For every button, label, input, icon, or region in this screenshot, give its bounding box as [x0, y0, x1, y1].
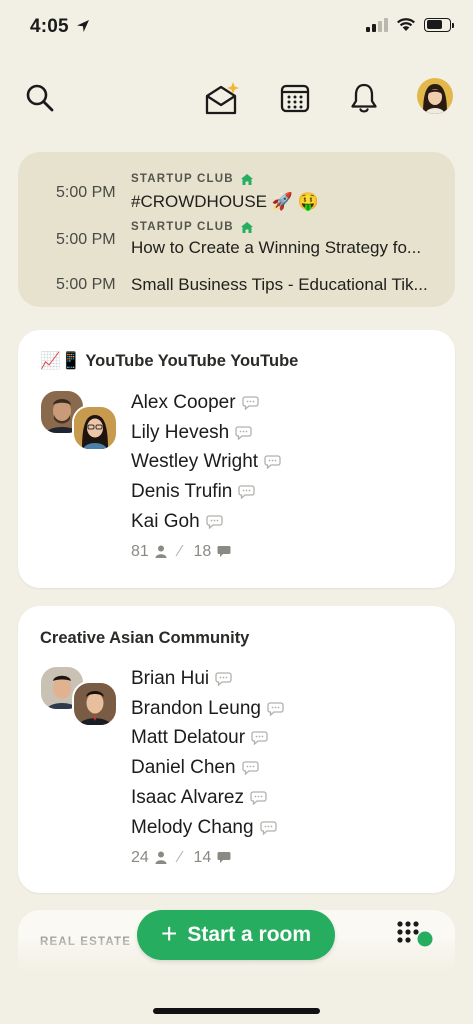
top-toolbar: [0, 78, 473, 118]
event-club: STARTUP CLUB: [131, 221, 253, 233]
dots-grid-icon: [397, 921, 433, 947]
speaker-row: Lily Hevesh: [131, 418, 281, 448]
speaker-name: Matt Delatour: [131, 727, 246, 749]
speaker-row: Brandon Leung: [131, 694, 284, 724]
chat-bubble-icon: [259, 821, 277, 835]
chat-bubble-icon: [251, 731, 268, 746]
speaker-row: Kai Goh: [131, 507, 281, 537]
chat-bubble-icon: [215, 672, 232, 686]
speaker-name: Brian Hui: [131, 667, 210, 689]
speaker-row: Denis Trufin: [131, 477, 281, 507]
home-icon: [240, 221, 253, 233]
home-icon: [240, 173, 253, 185]
upcoming-events-panel[interactable]: 5:00 PM STARTUP CLUB #CROWDHOUSE 🚀 🤑 5:0…: [18, 152, 455, 307]
room-card[interactable]: 📈📱 YouTube YouTube YouTube Alex Cooper L…: [18, 330, 455, 588]
calendar-icon: [280, 84, 310, 113]
event-title: #CROWDHOUSE 🚀 🤑: [131, 192, 319, 211]
chat-bubble-icon: [241, 396, 259, 410]
listener-count: 81: [131, 542, 149, 560]
upcoming-event[interactable]: 5:00 PM Small Business Tips - Educationa…: [18, 275, 455, 306]
invite-envelope-icon: [205, 82, 239, 115]
speaker-count: 14: [193, 848, 212, 866]
speaker-name: Melody Chang: [131, 816, 254, 838]
speaker-row: Melody Chang: [131, 813, 284, 843]
chat-bubble-icon: [206, 515, 223, 530]
status-icons: [366, 17, 454, 32]
profile-avatar[interactable]: [417, 78, 453, 114]
chat-bubble-icon: [235, 426, 252, 440]
upcoming-event[interactable]: 5:00 PM STARTUP CLUB How to Create a Win…: [18, 221, 455, 276]
speaker-row: Brian Hui: [131, 664, 284, 694]
speaker-row: Daniel Chen: [131, 753, 284, 783]
battery-icon: [424, 17, 454, 32]
speaker-row: Westley Wright: [131, 448, 281, 478]
status-time: 4:05: [30, 16, 69, 37]
speaker-avatar: [72, 405, 118, 451]
count-separator-icon: ⁄: [178, 848, 182, 866]
speaker-row: Isaac Alvarez: [131, 783, 284, 813]
listener-count: 24: [131, 848, 149, 866]
notifications-button[interactable]: [344, 78, 384, 118]
bell-icon: [351, 83, 377, 113]
location-arrow-icon: [77, 20, 89, 32]
chat-filled-icon: [217, 546, 231, 558]
event-title: Small Business Tips - Educational Tik...: [131, 275, 428, 294]
chat-bubble-icon: [241, 761, 259, 776]
person-icon: [155, 851, 167, 865]
speaker-name: Isaac Alvarez: [131, 787, 244, 809]
person-icon: [155, 545, 167, 559]
wifi-icon: [397, 18, 415, 31]
speaker-name: Kai Goh: [131, 511, 200, 533]
home-indicator[interactable]: [153, 1008, 320, 1014]
chat-bubble-icon: [264, 455, 281, 470]
room-card[interactable]: Creative Asian Community Brian Hui Brand…: [18, 606, 455, 893]
chat-bubble-icon: [238, 485, 256, 500]
speaker-row: Alex Cooper: [131, 388, 281, 418]
room-counts: 24 ⁄ 14: [131, 849, 284, 867]
chat-filled-icon: [217, 852, 231, 864]
room-title: 📈📱 YouTube YouTube YouTube: [40, 352, 299, 370]
upcoming-event[interactable]: 5:00 PM STARTUP CLUB #CROWDHOUSE 🚀 🤑: [18, 166, 455, 222]
event-club-label: STARTUP CLUB: [131, 173, 234, 185]
event-time: 5:00 PM: [56, 184, 116, 201]
calendar-button[interactable]: [275, 78, 315, 118]
speaker-list: Brian Hui Brandon Leung Matt Delatour Da…: [131, 664, 284, 867]
chat-bubble-icon: [250, 791, 267, 806]
plus-icon: +: [160, 917, 178, 949]
event-title: How to Create a Winning Strategy fo...: [131, 238, 422, 257]
speaker-count: 18: [193, 542, 212, 560]
count-separator-icon: ⁄: [178, 542, 182, 560]
room-title: Creative Asian Community: [40, 629, 250, 647]
speaker-name: Lily Hevesh: [131, 421, 230, 443]
room-counts: 81 ⁄ 18: [131, 543, 281, 561]
start-room-label: Start a room: [187, 923, 312, 946]
speaker-row: Matt Delatour: [131, 724, 284, 754]
invite-button[interactable]: [202, 78, 242, 118]
event-club: STARTUP CLUB: [131, 173, 253, 185]
speaker-list: Alex Cooper Lily Hevesh Westley Wright D…: [131, 388, 281, 561]
speaker-name: Denis Trufin: [131, 481, 233, 503]
speaker-name: Daniel Chen: [131, 757, 236, 779]
speaker-name: Brandon Leung: [131, 697, 261, 719]
status-bar: 4:05: [0, 0, 473, 56]
speaker-name: Alex Cooper: [131, 391, 236, 413]
speaker-name: Westley Wright: [131, 451, 259, 473]
search-button[interactable]: [20, 78, 60, 118]
search-icon: [26, 84, 54, 112]
speaker-avatar: [72, 681, 118, 727]
chat-bubble-icon: [267, 702, 284, 716]
event-time: 5:00 PM: [56, 276, 116, 293]
backchannel-button[interactable]: [396, 920, 436, 950]
cellular-signal-icon: [366, 17, 388, 32]
start-room-button[interactable]: + Start a room: [137, 910, 335, 960]
event-club-label: STARTUP CLUB: [131, 221, 234, 233]
event-time: 5:00 PM: [56, 231, 116, 248]
